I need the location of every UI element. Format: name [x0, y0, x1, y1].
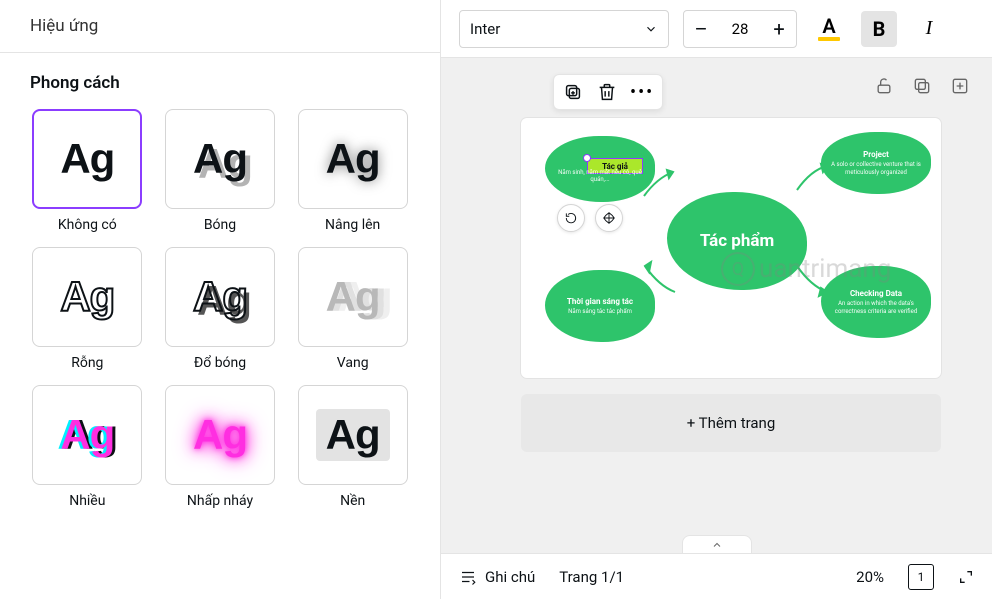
export-icon[interactable] — [950, 76, 970, 96]
unlock-icon[interactable] — [874, 76, 894, 96]
style-neon[interactable]: Ag Nhấp nháy — [163, 385, 278, 509]
sidebar-body: Phong cách Ag Không có Ag Bóng Ag Nâng l… — [0, 53, 440, 599]
notes-button[interactable]: Ghi chú — [459, 568, 535, 586]
style-lift[interactable]: Ag Nâng lên — [295, 109, 410, 233]
italic-button[interactable]: I — [911, 11, 947, 47]
duplicate-icon[interactable] — [912, 76, 932, 96]
style-hollow[interactable]: Ag Rỗng — [30, 247, 145, 371]
fullscreen-icon[interactable] — [958, 569, 974, 585]
sidebar-title: Hiệu ứng — [0, 0, 440, 53]
chevron-down-icon — [644, 22, 658, 36]
section-title-style: Phong cách — [30, 73, 410, 93]
font-size-group: – + — [683, 10, 797, 48]
color-swatch — [818, 37, 840, 41]
text-toolbar: Inter – + A B I — [441, 0, 992, 58]
mindmap-node-bl[interactable]: Thời gian sáng tác Năm sáng tác tác phẩm — [545, 270, 655, 342]
decrease-size-button[interactable]: – — [684, 11, 718, 47]
style-background[interactable]: Ag Nền — [295, 385, 410, 509]
style-splice[interactable]: Ag Đổ bóng — [163, 247, 278, 371]
bold-button[interactable]: B — [861, 11, 897, 47]
copy-icon[interactable] — [562, 81, 584, 103]
element-floating-toolbar: ••• — [553, 74, 663, 110]
style-glitch[interactable]: Ag Nhiều — [30, 385, 145, 509]
trash-icon[interactable] — [596, 81, 618, 103]
effects-sidebar: Hiệu ứng Phong cách Ag Không có Ag Bóng … — [0, 0, 441, 599]
canvas-controls — [874, 76, 970, 96]
mindmap-center[interactable]: Tác phẩm — [667, 192, 807, 290]
pages-expand-tab[interactable] — [682, 535, 752, 553]
style-none[interactable]: Ag Không có — [30, 109, 145, 233]
move-handle[interactable] — [595, 204, 623, 232]
style-grid: Ag Không có Ag Bóng Ag Nâng lên Ag Rỗng … — [30, 109, 410, 509]
page-indicator[interactable]: Trang 1/1 — [559, 568, 624, 586]
canvas-area: ••• Tác phẩm Tác giả Năm sinh, năm mất n… — [441, 58, 992, 553]
footer-bar: Ghi chú Trang 1/1 20% 1 — [441, 553, 992, 599]
font-name: Inter — [470, 20, 500, 38]
notes-icon — [459, 568, 477, 586]
design-canvas[interactable]: Tác phẩm Tác giả Năm sinh, năm mất nếu c… — [521, 118, 941, 378]
page-grid-button[interactable]: 1 — [908, 564, 934, 590]
mindmap-node-tr[interactable]: Project A solo or collective venture tha… — [821, 132, 931, 194]
chevron-up-icon — [711, 539, 723, 551]
mindmap-node-br[interactable]: Checking Data An action in which the dat… — [821, 266, 931, 338]
mindmap-node-tl[interactable]: Tác giả Năm sinh, năm mất nếu có, quê qu… — [545, 136, 655, 202]
more-icon[interactable]: ••• — [630, 81, 654, 103]
resize-handle[interactable] — [583, 154, 591, 162]
rotate-handle[interactable] — [557, 204, 585, 232]
main-area: Inter – + A B I ••• — [441, 0, 992, 599]
element-handles — [557, 204, 623, 232]
add-page-button[interactable]: + Thêm trang — [521, 394, 941, 452]
font-size-input[interactable] — [718, 20, 762, 38]
text-color-button[interactable]: A — [811, 11, 847, 47]
font-select[interactable]: Inter — [459, 10, 669, 48]
increase-size-button[interactable]: + — [762, 11, 796, 47]
style-shadow[interactable]: Ag Bóng — [163, 109, 278, 233]
zoom-level[interactable]: 20% — [856, 568, 884, 586]
style-echo[interactable]: Ag Vang — [295, 247, 410, 371]
